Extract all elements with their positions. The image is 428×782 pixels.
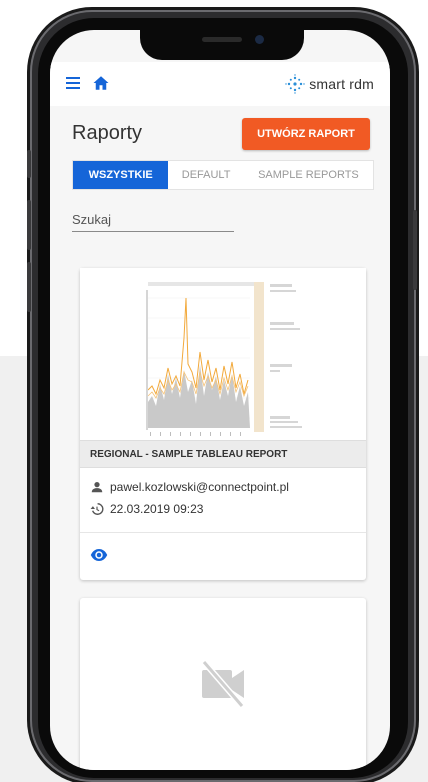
earpiece xyxy=(202,37,242,42)
app-screen: smart rdm Raporty UTWÓRZ RAPORT WSZYSTKI… xyxy=(50,30,390,770)
eye-icon[interactable] xyxy=(90,548,108,562)
page-title: Raporty xyxy=(72,122,143,144)
smart-rdm-logo: smart rdm xyxy=(285,73,374,95)
report-owner-row: pawel.kozlowski@connectpoint.pl xyxy=(90,480,289,494)
search-input[interactable] xyxy=(72,208,234,232)
logo-mark-icon xyxy=(285,74,305,94)
person-icon xyxy=(91,482,103,493)
tab-all[interactable]: WSZYSTKIE xyxy=(73,161,169,189)
report-date: 22.03.2019 09:23 xyxy=(110,502,204,516)
home-icon[interactable] xyxy=(92,74,110,92)
videocam-off-icon xyxy=(201,660,245,708)
phone-power-button xyxy=(413,210,417,290)
report-title: REGIONAL - SAMPLE TABLEAU REPORT xyxy=(80,440,366,468)
menu-icon[interactable] xyxy=(66,77,80,89)
front-camera xyxy=(255,35,264,44)
phone-silent-switch xyxy=(27,150,31,178)
report-card-2[interactable] xyxy=(80,598,366,770)
tab-sample-reports[interactable]: SAMPLE REPORTS xyxy=(244,161,373,189)
create-report-button[interactable]: UTWÓRZ RAPORT xyxy=(242,118,370,150)
tab-default[interactable]: DEFAULT xyxy=(168,161,244,189)
phone-notch xyxy=(140,30,304,60)
report-thumbnail xyxy=(80,268,366,440)
phone-volume-up xyxy=(27,200,31,250)
report-tabs: WSZYSTKIE DEFAULT SAMPLE REPORTS xyxy=(72,160,374,190)
report-date-row: 22.03.2019 09:23 xyxy=(90,502,203,516)
logo-text: smart rdm xyxy=(309,76,374,92)
report-owner: pawel.kozlowski@connectpoint.pl xyxy=(110,480,289,494)
app-bar: smart rdm xyxy=(50,62,390,106)
phone-volume-down xyxy=(27,262,31,312)
card-divider xyxy=(80,532,366,533)
history-icon xyxy=(90,503,104,515)
report-card[interactable]: REGIONAL - SAMPLE TABLEAU REPORT pawel.k… xyxy=(80,268,366,580)
